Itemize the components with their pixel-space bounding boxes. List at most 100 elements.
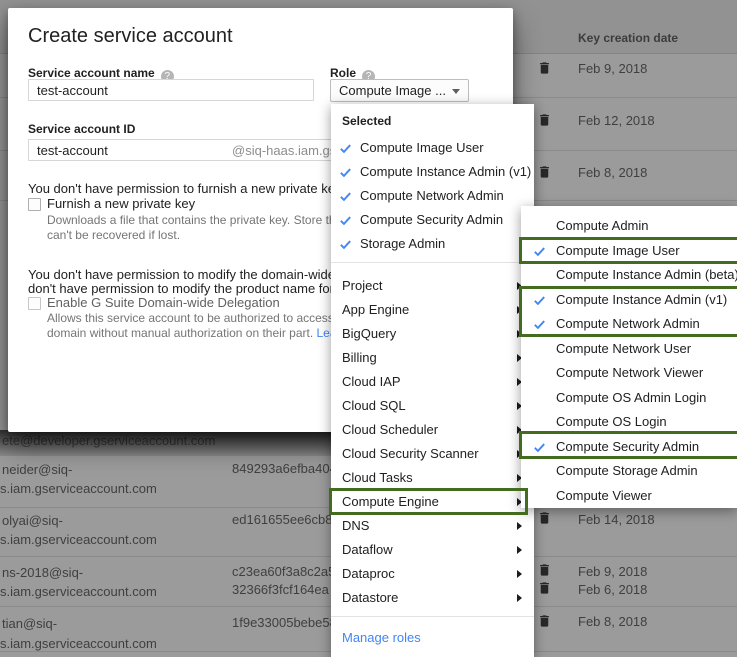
dialog-title: Create service account — [28, 25, 233, 48]
account-email: s.iam.gserviceaccount.com — [0, 636, 157, 651]
furnish-private-key-checkbox[interactable] — [28, 198, 41, 211]
selected-role-item[interactable]: Storage Admin — [331, 232, 534, 256]
delete-key-icon[interactable] — [537, 164, 552, 180]
check-icon — [338, 141, 353, 156]
key-id: ed161655ee6cb8 — [232, 512, 333, 527]
role-category-project[interactable]: Project — [331, 274, 534, 298]
menu-divider — [331, 262, 534, 263]
key-id: 849293a6efba404 — [232, 461, 337, 476]
selected-role-item[interactable]: Compute Security Admin — [331, 208, 534, 232]
submenu-item-compute-network-user[interactable]: Compute Network User — [521, 337, 737, 362]
submenu-item-compute-network-admin[interactable]: Compute Network Admin — [521, 312, 737, 337]
key-date: Feb 8, 2018 — [578, 614, 647, 629]
key-creation-date-header: Key creation date — [578, 31, 678, 45]
service-account-id-label: Service account ID — [28, 122, 135, 136]
check-icon — [532, 440, 547, 455]
key-id: 1f9e33005bebe58 — [232, 615, 337, 630]
key-date: Feb 14, 2018 — [578, 512, 655, 527]
role-category-dns[interactable]: DNS — [331, 514, 534, 538]
key-date: Feb 6, 2018 — [578, 582, 647, 597]
delete-key-icon[interactable] — [537, 510, 552, 526]
role-category-cloud-security-scanner[interactable]: Cloud Security Scanner — [331, 442, 534, 466]
submenu-item-compute-security-admin[interactable]: Compute Security Admin — [521, 435, 737, 460]
submenu-arrow-icon — [517, 594, 522, 602]
role-select-value: Compute Image ... — [339, 83, 446, 98]
manage-roles-link[interactable]: Manage roles — [342, 624, 421, 652]
role-category-dataflow[interactable]: Dataflow — [331, 538, 534, 562]
account-email: s.iam.gserviceaccount.com — [0, 584, 157, 599]
account-email: tian@siq- — [2, 616, 57, 631]
submenu-item-compute-network-viewer[interactable]: Compute Network Viewer — [521, 361, 737, 386]
key-date: Feb 9, 2018 — [578, 564, 647, 579]
role-category-bigquery[interactable]: BigQuery — [331, 322, 534, 346]
account-email: neider@siq- — [2, 462, 72, 477]
submenu-item-compute-instance-admin-beta[interactable]: Compute Instance Admin (beta) — [521, 263, 737, 288]
service-account-name-input[interactable] — [28, 79, 314, 101]
chevron-down-icon — [452, 89, 460, 94]
role-category-billing[interactable]: Billing — [331, 346, 534, 370]
delete-key-icon[interactable] — [537, 613, 552, 629]
submenu-arrow-icon — [517, 570, 522, 578]
private-key-permission-note: You don't have permission to furnish a n… — [28, 181, 344, 196]
gsuite-description: Allows this service account to be author… — [47, 311, 349, 325]
compute-engine-submenu: Compute Admin Compute Image User Compute… — [521, 206, 737, 508]
domain-permission-note: You don't have permission to modify the … — [28, 267, 353, 282]
role-category-dataproc[interactable]: Dataproc — [331, 562, 534, 586]
account-email: s.iam.gserviceaccount.com — [0, 481, 157, 496]
delete-key-icon[interactable] — [537, 580, 552, 596]
submenu-item-compute-os-admin-login[interactable]: Compute OS Admin Login — [521, 386, 737, 411]
check-icon — [338, 213, 353, 228]
screen: Key creation date Feb 9, 2018 Feb 12, 20… — [0, 0, 737, 657]
service-account-id-domain-suffix: @siq-haas.iam.gs — [232, 140, 336, 162]
check-icon — [338, 165, 353, 180]
submenu-arrow-icon — [517, 546, 522, 554]
gsuite-description: domain without manual authorization on t… — [47, 326, 361, 340]
delete-key-icon[interactable] — [537, 60, 552, 76]
service-account-name-label: Service account name — [28, 66, 155, 80]
check-icon — [338, 237, 353, 252]
role-category-cloud-scheduler[interactable]: Cloud Scheduler — [331, 418, 534, 442]
role-dropdown-menu: Selected Compute Image User Compute Inst… — [331, 104, 534, 657]
key-date: Feb 8, 2018 — [578, 165, 647, 180]
furnish-private-key-label: Furnish a new private key — [47, 196, 195, 211]
account-email: s.iam.gserviceaccount.com — [0, 532, 157, 547]
furnish-description: can't be recovered if lost. — [47, 228, 180, 242]
key-id: 32366f3fcf164ea — [232, 582, 329, 597]
submenu-item-compute-storage-admin[interactable]: Compute Storage Admin — [521, 459, 737, 484]
furnish-description: Downloads a file that contains the priva… — [47, 213, 354, 227]
selected-role-item[interactable]: Compute Instance Admin (v1) — [331, 160, 534, 184]
role-category-datastore[interactable]: Datastore — [331, 586, 534, 610]
account-email: ns-2018@siq- — [2, 565, 83, 580]
submenu-arrow-icon — [517, 522, 522, 530]
check-icon — [532, 293, 547, 308]
check-icon — [532, 244, 547, 259]
submenu-item-compute-instance-admin-v1[interactable]: Compute Instance Admin (v1) — [521, 288, 737, 313]
selected-role-item[interactable]: Compute Network Admin — [331, 184, 534, 208]
submenu-item-compute-admin[interactable]: Compute Admin — [521, 214, 737, 239]
account-email: olyai@siq- — [2, 513, 63, 528]
delete-key-icon[interactable] — [537, 562, 552, 578]
domain-permission-note: don't have permission to modify the prod… — [28, 281, 348, 296]
role-category-cloud-iap[interactable]: Cloud IAP — [331, 370, 534, 394]
check-icon — [532, 317, 547, 332]
role-label: Role — [330, 66, 356, 80]
check-icon — [338, 189, 353, 204]
obscured-email: ete@developer.gserviceaccount.com — [2, 433, 215, 448]
submenu-item-compute-os-login[interactable]: Compute OS Login — [521, 410, 737, 435]
key-date: Feb 9, 2018 — [578, 61, 647, 76]
selected-section-header: Selected — [342, 114, 391, 128]
submenu-item-compute-viewer[interactable]: Compute Viewer — [521, 484, 737, 509]
role-category-cloud-sql[interactable]: Cloud SQL — [331, 394, 534, 418]
role-select[interactable]: Compute Image ... — [330, 79, 469, 102]
role-category-cloud-tasks[interactable]: Cloud Tasks — [331, 466, 534, 490]
key-id: c23ea60f3a8c2a5 — [232, 564, 335, 579]
delete-key-icon[interactable] — [537, 112, 552, 128]
gsuite-delegation-checkbox[interactable] — [28, 297, 41, 310]
gsuite-delegation-label: Enable G Suite Domain-wide Delegation — [47, 295, 280, 310]
submenu-item-compute-image-user[interactable]: Compute Image User — [521, 239, 737, 264]
role-category-app-engine[interactable]: App Engine — [331, 298, 534, 322]
selected-role-item[interactable]: Compute Image User — [331, 136, 534, 160]
key-date: Feb 12, 2018 — [578, 113, 655, 128]
role-category-compute-engine[interactable]: Compute Engine — [331, 490, 534, 514]
menu-divider — [331, 616, 534, 617]
